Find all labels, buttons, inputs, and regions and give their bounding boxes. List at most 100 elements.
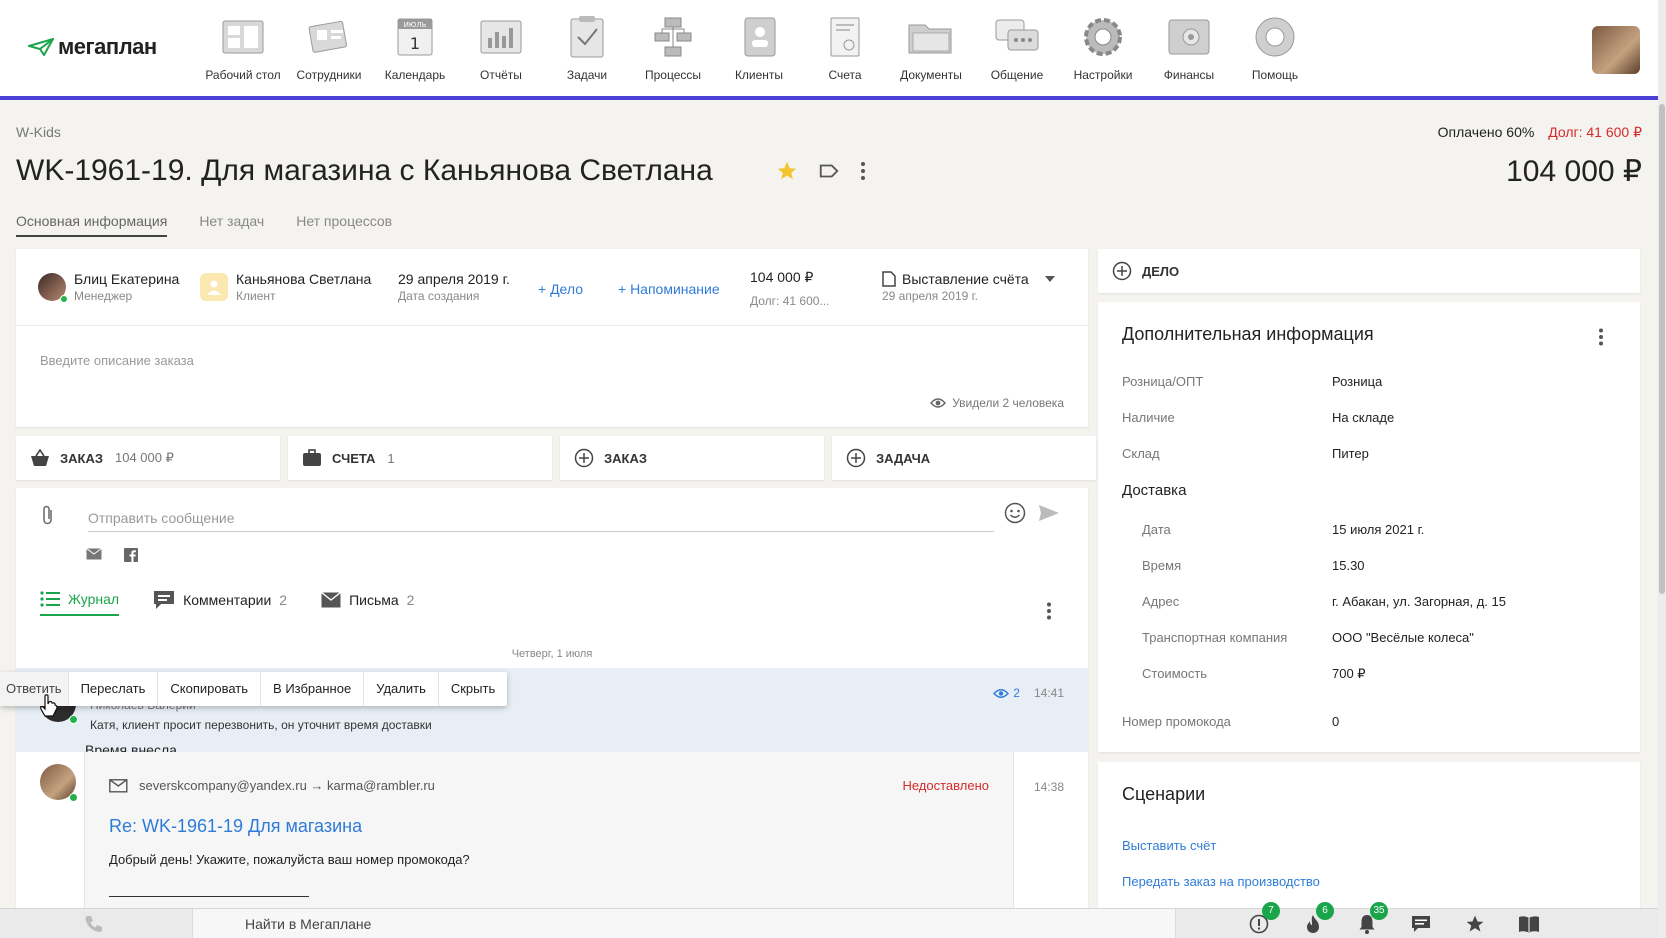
book-icon bbox=[1519, 916, 1539, 933]
paperclip-icon[interactable] bbox=[42, 504, 54, 529]
star-icon[interactable] bbox=[776, 160, 798, 185]
field-value[interactable]: 15 июля 2021 г. bbox=[1332, 522, 1424, 537]
entry-time: 14:41 bbox=[1033, 686, 1064, 700]
tab-comments[interactable]: Комментарии 2 bbox=[153, 590, 287, 616]
scrollbar-thumb[interactable] bbox=[1659, 104, 1665, 594]
mail-body: Добрый день! Укажите, пожалуйста ваш ном… bbox=[109, 852, 470, 867]
nav-clients[interactable]: Клиенты bbox=[716, 12, 802, 82]
email-icon[interactable] bbox=[86, 548, 102, 565]
field-label: Наличие bbox=[1122, 410, 1175, 425]
mail-send-icon bbox=[109, 778, 128, 793]
field-value[interactable]: г. Абакан, ул. Загорная, д. 15 bbox=[1332, 594, 1506, 609]
menu-reply[interactable]: Ответить bbox=[0, 672, 69, 706]
global-search-input[interactable]: Найти в Мегаплане bbox=[192, 909, 1176, 938]
nav-invoices[interactable]: Счета bbox=[802, 12, 888, 82]
tab-no-processes[interactable]: Нет процессов bbox=[296, 213, 392, 237]
field-value[interactable]: 15.30 bbox=[1332, 558, 1365, 573]
tab-letters[interactable]: Письма 2 bbox=[321, 590, 414, 616]
megaplan-logo[interactable]: мегаплан bbox=[28, 34, 157, 60]
field-value[interactable]: 700 ₽ bbox=[1332, 666, 1366, 682]
field-value[interactable]: Питер bbox=[1332, 446, 1369, 461]
stage-block[interactable]: Выставление счёта 29 апреля 2019 г. bbox=[882, 271, 1055, 303]
nav-label: Процессы bbox=[644, 68, 701, 82]
message-input[interactable]: Отправить сообщение bbox=[88, 500, 994, 532]
field-label: Транспортная компания bbox=[1142, 630, 1288, 645]
nav-employees[interactable]: Сотрудники bbox=[286, 12, 372, 82]
invoices-icon bbox=[821, 12, 869, 62]
add-deal-button[interactable]: ДЕЛО bbox=[1098, 249, 1640, 293]
nav-finance[interactable]: Финансы bbox=[1146, 12, 1232, 82]
mail-subject[interactable]: Re: WK-1961-19 Для магазина bbox=[109, 816, 362, 837]
hot-button[interactable]: 6 bbox=[1286, 902, 1340, 938]
nav-label: Календарь bbox=[384, 68, 446, 82]
client-role: Клиент bbox=[236, 289, 276, 303]
field-value[interactable]: На складе bbox=[1332, 410, 1394, 425]
tab-no-tasks[interactable]: Нет задач bbox=[199, 213, 264, 237]
invoices-button[interactable]: СЧЕТА 1 bbox=[288, 436, 552, 480]
more-vertical-icon[interactable] bbox=[1046, 602, 1052, 623]
description-input[interactable]: Введите описание заказа bbox=[40, 353, 194, 368]
manager-block[interactable]: Блиц Екатерина Менеджер bbox=[38, 271, 179, 303]
nav-help[interactable]: Помощь bbox=[1232, 12, 1318, 82]
menu-forward[interactable]: Переслать bbox=[69, 672, 159, 706]
entry-meta: 2 14:41 bbox=[993, 686, 1064, 700]
scenario-link[interactable]: Передать заказ на производство bbox=[1122, 874, 1320, 889]
nav-label: Счета bbox=[828, 68, 862, 82]
facebook-icon[interactable] bbox=[124, 548, 138, 565]
more-vertical-icon[interactable] bbox=[860, 161, 866, 184]
manager-role: Менеджер bbox=[74, 289, 133, 303]
mail-entry[interactable]: severskcompany@yandex.ru → karma@rambler… bbox=[16, 752, 1088, 908]
menu-favorite[interactable]: В Избранное bbox=[261, 672, 365, 706]
nav-label: Сотрудники bbox=[296, 68, 362, 82]
nav-tasks[interactable]: Задачи bbox=[544, 12, 630, 82]
tab-main-info[interactable]: Основная информация bbox=[16, 213, 168, 237]
alerts-button[interactable]: 7 bbox=[1232, 902, 1286, 938]
field-value[interactable]: Розница bbox=[1332, 374, 1382, 389]
emoji-icon[interactable] bbox=[1004, 502, 1026, 527]
menu-hide[interactable]: Скрыть bbox=[439, 672, 507, 706]
nav-settings[interactable]: Настройки bbox=[1060, 12, 1146, 82]
scenario-link[interactable]: Выставить счёт bbox=[1122, 838, 1216, 853]
nav-desktop[interactable]: Рабочий стол bbox=[200, 12, 286, 82]
nav-processes[interactable]: Процессы bbox=[630, 12, 716, 82]
company-name[interactable]: W-Kids bbox=[16, 124, 61, 140]
delivery-row: Стоимость 700 ₽ bbox=[1142, 666, 1642, 681]
chevron-down-icon bbox=[1044, 276, 1055, 282]
nav-reports[interactable]: Отчёты bbox=[458, 12, 544, 82]
nav-communication[interactable]: Общение bbox=[974, 12, 1060, 82]
nav-label: Общение bbox=[990, 68, 1044, 82]
delivery-row: Транспортная компания ООО "Весёлые колеса… bbox=[1142, 630, 1642, 645]
created-date: 29 апреля 2019 г. bbox=[398, 271, 510, 287]
notifications-button[interactable]: 35 bbox=[1340, 902, 1394, 938]
add-order-button[interactable]: ЗАКАЗ bbox=[560, 436, 824, 480]
client-block[interactable]: Каньянова Светлана Клиент bbox=[200, 271, 371, 303]
phone-icon[interactable] bbox=[84, 915, 104, 936]
order-sum: 104 000 ₽ bbox=[115, 450, 174, 465]
chat-button[interactable] bbox=[1394, 909, 1448, 938]
favorites-button[interactable] bbox=[1448, 909, 1502, 938]
nav-documents[interactable]: Документы bbox=[888, 12, 974, 82]
payment-status: Оплачено 60% Долг: 41 600 ₽ bbox=[1438, 124, 1642, 141]
add-deal-link[interactable]: + Дело bbox=[538, 281, 583, 297]
add-reminder-link[interactable]: + Напоминание bbox=[618, 281, 720, 297]
page-scrollbar[interactable] bbox=[1658, 0, 1666, 938]
field-value[interactable]: ООО "Весёлые колеса" bbox=[1332, 630, 1474, 645]
menu-delete[interactable]: Удалить bbox=[364, 672, 439, 706]
add-task-label: ЗАДАЧА bbox=[876, 450, 931, 466]
user-avatar[interactable] bbox=[1592, 26, 1640, 74]
knowledge-base-button[interactable] bbox=[1502, 909, 1556, 938]
menu-copy[interactable]: Скопировать bbox=[158, 672, 262, 706]
nav-calendar[interactable]: ИЮЛЬ 1 Календарь bbox=[372, 12, 458, 82]
settings-icon bbox=[1079, 12, 1127, 62]
tag-icon[interactable] bbox=[818, 160, 840, 185]
order-button[interactable]: ЗАКАЗ 104 000 ₽ bbox=[16, 436, 280, 480]
field-value[interactable]: 0 bbox=[1332, 714, 1339, 729]
add-task-button[interactable]: ЗАДАЧА bbox=[832, 436, 1096, 480]
mail-content: severskcompany@yandex.ru → karma@rambler… bbox=[84, 752, 1014, 908]
more-vertical-icon[interactable] bbox=[1598, 328, 1604, 349]
field-label: Время bbox=[1142, 558, 1182, 573]
tab-journal[interactable]: Журнал bbox=[40, 590, 120, 616]
send-icon[interactable] bbox=[1038, 504, 1060, 525]
calendar-month: ИЮЛЬ bbox=[404, 21, 427, 29]
nav-label: Документы bbox=[900, 68, 962, 82]
